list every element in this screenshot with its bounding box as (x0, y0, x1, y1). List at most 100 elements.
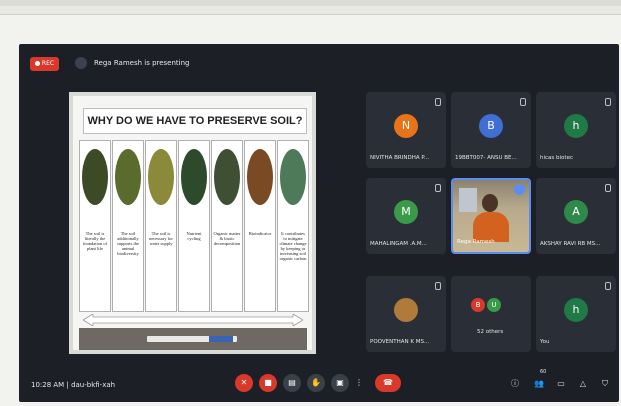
column-image (280, 149, 306, 205)
participant-name: Rega Ramesh (457, 239, 495, 245)
meeting-info: 10:28 AM | dau-bkfi-xah (31, 380, 115, 390)
clock-time: 10:28 AM (31, 381, 65, 389)
avatar: A (564, 200, 588, 224)
slide-column: Bioindicator (244, 140, 276, 312)
mic-off-icon (435, 282, 441, 290)
others-tile[interactable]: B U 52 others (451, 276, 531, 352)
meeting-details-button[interactable]: ⓘ (509, 378, 521, 390)
column-image (214, 149, 240, 205)
avatar: B (471, 298, 485, 312)
presenter-avatar (75, 57, 87, 69)
participant-tile-self[interactable]: h You (536, 276, 616, 352)
slide-column: Organic matter & biotic decomposition (211, 140, 243, 312)
mic-off-icon (605, 98, 611, 106)
column-image (181, 149, 207, 205)
more-options-button[interactable]: ⋮ (353, 374, 365, 392)
participant-tile-speaking[interactable]: Rega Ramesh (451, 178, 531, 254)
avatar-photo (394, 298, 418, 322)
participant-tile[interactable]: B 19BBT007- ANSU BE... (451, 92, 531, 168)
mic-toggle-button[interactable]: ✕ (235, 374, 253, 392)
column-text: Nutrient cycling (186, 231, 202, 241)
paper-edge (0, 0, 621, 15)
participant-name: MAHALINGAM .A.M... (370, 241, 427, 247)
leave-call-button[interactable]: ☎ (375, 374, 401, 392)
slide-title: WHY DO WE HAVE TO PRESERVE SOIL? (83, 108, 307, 134)
video-person-head (482, 194, 498, 212)
people-icon: 👥 (534, 379, 544, 388)
mic-off-icon (520, 98, 526, 106)
avatar: U (487, 298, 501, 312)
column-image (247, 149, 273, 205)
avatar: B (479, 114, 503, 138)
column-image (115, 149, 141, 205)
rec-label: REC (41, 60, 55, 67)
activities-button[interactable]: △ (577, 378, 589, 390)
people-count: 60 (540, 369, 547, 375)
rec-dot-icon (34, 61, 40, 66)
slide-column: The soil is necessary for water supply (145, 140, 177, 312)
present-button[interactable]: ▣ (331, 374, 349, 392)
video-background-window (459, 188, 477, 212)
participant-name: 19BBT007- ANSU BE... (455, 155, 517, 161)
avatar: h (564, 114, 588, 138)
slide-column: It contributes to mitigate climate chang… (277, 140, 309, 312)
column-text: Bioindicator (248, 231, 272, 236)
participant-name: POOVENTHAN K MS... (370, 339, 430, 345)
slide-footer-image (79, 328, 307, 350)
mic-off-icon (435, 184, 441, 192)
host-controls-button[interactable]: ⛉ (599, 378, 611, 390)
participant-tile[interactable]: POOVENTHAN K MS... (366, 276, 446, 352)
top-bar: REC Rega Ramesh is presenting (19, 44, 619, 82)
chat-icon: ▭ (557, 379, 565, 388)
hand-icon: ✋ (311, 378, 321, 387)
column-text: Organic matter & biotic decomposition (213, 231, 241, 246)
meeting-code: dau-bkfi-xah (71, 381, 116, 389)
slide-search-button (209, 336, 233, 342)
double-arrow-icon (83, 314, 303, 326)
bottom-bar: 10:28 AM | dau-bkfi-xah ✕ ■ ▤ ✋ ▣ ⋮ ☎ 60… (19, 366, 619, 402)
activities-icon: △ (579, 379, 587, 388)
avatar: M (394, 200, 418, 224)
captions-icon: ▤ (288, 378, 296, 387)
column-text: The soil is literally the foundation of … (82, 231, 108, 251)
shield-icon: ⛉ (602, 379, 608, 388)
recording-badge: REC (30, 57, 59, 71)
avatar: h (564, 298, 588, 322)
slide-column: The soil is literally the foundation of … (79, 140, 111, 312)
presenting-status: Rega Ramesh is presenting (94, 59, 190, 67)
column-text: The soil additionally supports the anima… (117, 231, 139, 256)
column-text: The soil is necessary for water supply (149, 231, 173, 246)
chat-button[interactable]: ▭ (555, 378, 567, 390)
raise-hand-button[interactable]: ✋ (307, 374, 325, 392)
participant-tile[interactable]: N NIVITHA BRINDHA P... (366, 92, 446, 168)
shared-screen[interactable]: WHY DO WE HAVE TO PRESERVE SOIL? The soi… (69, 92, 316, 354)
avatar: N (394, 114, 418, 138)
participant-name: hicas biotec (540, 155, 573, 161)
column-image (82, 149, 108, 205)
slide-columns: The soil is literally the foundation of … (79, 140, 309, 312)
separator: | (66, 381, 69, 389)
column-image (148, 149, 174, 205)
present-icon: ▣ (336, 378, 344, 387)
camera-toggle-button[interactable]: ■ (259, 374, 277, 392)
mic-off-icon (605, 282, 611, 290)
more-vertical-icon: ⋮ (355, 378, 363, 387)
paper-strip (0, 0, 621, 6)
mic-off-icon (605, 184, 611, 192)
mic-off-icon (435, 98, 441, 106)
participant-name: NIVITHA BRINDHA P... (370, 155, 430, 161)
slide-column: The soil additionally supports the anima… (112, 140, 144, 312)
participant-tile[interactable]: M MAHALINGAM .A.M... (366, 178, 446, 254)
meet-window: REC Rega Ramesh is presenting WHY DO WE … (19, 44, 619, 402)
slide: WHY DO WE HAVE TO PRESERVE SOIL? The soi… (73, 96, 312, 350)
participant-name: AKSHAY RAVI RB MS... (540, 241, 601, 247)
mic-off-icon: ✕ (240, 378, 248, 387)
phone-hangup-icon: ☎ (383, 378, 393, 387)
people-button[interactable]: 👥 (533, 378, 545, 390)
participant-tile[interactable]: h hicas biotec (536, 92, 616, 168)
participant-tile[interactable]: A AKSHAY RAVI RB MS... (536, 178, 616, 254)
slide-column: Nutrient cycling (178, 140, 210, 312)
others-count: 52 others (477, 329, 504, 335)
captions-button[interactable]: ▤ (283, 374, 301, 392)
column-text: It contributes to mitigate climate chang… (279, 231, 307, 261)
